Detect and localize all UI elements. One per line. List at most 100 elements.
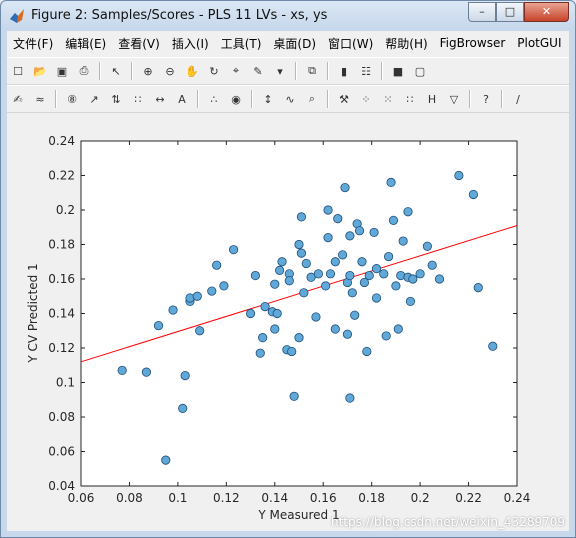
label-icon[interactable]: A: [172, 89, 192, 109]
data-point[interactable]: [255, 348, 265, 358]
pan-hand-icon[interactable]: ✋: [182, 61, 202, 81]
data-point[interactable]: [272, 308, 282, 319]
open-folder-icon[interactable]: 📂: [30, 61, 50, 81]
menu-item-1[interactable]: 编辑(E): [59, 35, 112, 52]
data-point[interactable]: [434, 274, 445, 284]
data-point[interactable]: [250, 270, 260, 281]
data-point[interactable]: [388, 215, 399, 225]
menu-item-2[interactable]: 查看(V): [112, 35, 166, 52]
link-plot-icon[interactable]: ⧉: [302, 61, 322, 81]
zoom-data-icon[interactable]: ⌕: [302, 89, 322, 109]
updown-icon[interactable]: ↕: [258, 89, 278, 109]
menu-item-7[interactable]: 帮助(H): [379, 35, 433, 52]
data-point[interactable]: [321, 281, 331, 291]
data-point[interactable]: [301, 258, 311, 269]
sort-icon[interactable]: ⇅: [106, 89, 126, 109]
data-point[interactable]: [330, 324, 340, 334]
data-point[interactable]: [347, 288, 357, 298]
minimize-button[interactable]: –: [468, 2, 496, 22]
data-cursor-icon[interactable]: ⌖: [226, 61, 246, 81]
hide-icon[interactable]: H: [422, 89, 442, 109]
menu-item-5[interactable]: 桌面(D): [267, 35, 322, 52]
zoom-out-icon[interactable]: ⊖: [160, 61, 180, 81]
colorbar-icon[interactable]: ▮: [334, 61, 354, 81]
help-icon[interactable]: ?: [476, 89, 496, 109]
data-point[interactable]: [371, 293, 382, 303]
plot-icon[interactable]: ≈: [30, 89, 50, 109]
data-point[interactable]: [354, 226, 365, 236]
legend-icon[interactable]: ☷: [356, 61, 376, 81]
dropdown-arrow-icon[interactable]: ▾: [270, 61, 290, 81]
data-point[interactable]: [195, 326, 205, 336]
data-point[interactable]: [289, 391, 299, 401]
scatter-plot[interactable]: 0.040.060.080.10.120.140.160.180.20.220.…: [7, 113, 569, 531]
data-point[interactable]: [330, 257, 340, 267]
data-point[interactable]: [391, 281, 401, 291]
data-point[interactable]: [408, 274, 418, 284]
data-point[interactable]: [342, 329, 353, 339]
data-point[interactable]: [357, 257, 367, 267]
new-figure-icon[interactable]: ☐: [8, 61, 28, 81]
data-point[interactable]: [405, 296, 416, 307]
data-point[interactable]: [245, 308, 256, 319]
data-point[interactable]: [229, 245, 239, 255]
data-point[interactable]: [296, 212, 307, 222]
sample-order-icon[interactable]: ⑧: [62, 89, 82, 109]
data-point[interactable]: [275, 265, 285, 275]
data-point[interactable]: [364, 270, 374, 281]
data-point[interactable]: [153, 320, 164, 331]
data-point[interactable]: [473, 283, 483, 293]
scatter-icon[interactable]: ∴: [204, 89, 224, 109]
data-point[interactable]: [381, 331, 391, 341]
menu-item-9[interactable]: PlotGUI: [511, 36, 567, 50]
set-axis-icon[interactable]: ↗: [84, 89, 104, 109]
save-icon[interactable]: ▣: [52, 61, 72, 81]
filter-icon[interactable]: ▽: [444, 89, 464, 109]
tools-icon[interactable]: ⚒: [334, 89, 354, 109]
menu-item-6[interactable]: 窗口(W): [322, 35, 379, 52]
line-slope-icon[interactable]: ∕: [508, 89, 528, 109]
data-point[interactable]: [178, 403, 188, 413]
data-point[interactable]: [345, 231, 355, 241]
data-point[interactable]: [180, 370, 190, 381]
data-point[interactable]: [323, 205, 333, 215]
scale-points-icon[interactable]: ∷: [400, 89, 420, 109]
menu-item-0[interactable]: 文件(F): [7, 35, 59, 52]
data-point[interactable]: [168, 305, 178, 315]
data-point[interactable]: [141, 367, 151, 377]
data-point[interactable]: [296, 248, 307, 258]
data-point[interactable]: [340, 182, 350, 193]
data-point[interactable]: [161, 455, 171, 465]
data-point[interactable]: [398, 236, 408, 246]
data-point[interactable]: [345, 270, 355, 281]
select-icon[interactable]: ∷: [128, 89, 148, 109]
show-plot-tools-icon[interactable]: ▢: [410, 61, 430, 81]
data-point[interactable]: [212, 260, 222, 270]
split-icon[interactable]: ↔: [150, 89, 170, 109]
data-point[interactable]: [325, 269, 336, 279]
rotate-icon[interactable]: ↻: [204, 61, 224, 81]
maximize-button[interactable]: □: [496, 2, 524, 22]
data-point[interactable]: [117, 365, 127, 376]
menu-item-4[interactable]: 工具(T): [215, 35, 268, 52]
data-point[interactable]: [427, 260, 437, 270]
data-point[interactable]: [454, 170, 464, 181]
data-point[interactable]: [207, 286, 217, 296]
data-point[interactable]: [337, 250, 348, 260]
data-point[interactable]: [468, 189, 478, 200]
data-point[interactable]: [415, 269, 425, 279]
menu-item-8[interactable]: FigBrowser: [434, 36, 512, 50]
data-point[interactable]: [299, 288, 309, 298]
data-point[interactable]: [362, 346, 372, 357]
data-point[interactable]: [277, 257, 287, 267]
data-point[interactable]: [333, 214, 343, 224]
select-points-icon[interactable]: ⁘: [356, 89, 376, 109]
data-point[interactable]: [345, 393, 355, 403]
edit-icon[interactable]: ✍: [8, 89, 28, 109]
data-point[interactable]: [323, 233, 333, 243]
menu-item-3[interactable]: 插入(I): [166, 35, 215, 52]
brush-icon[interactable]: ✎: [248, 61, 268, 81]
close-button[interactable]: ✕: [524, 2, 569, 22]
data-point[interactable]: [386, 177, 396, 188]
data-point[interactable]: [403, 207, 413, 217]
